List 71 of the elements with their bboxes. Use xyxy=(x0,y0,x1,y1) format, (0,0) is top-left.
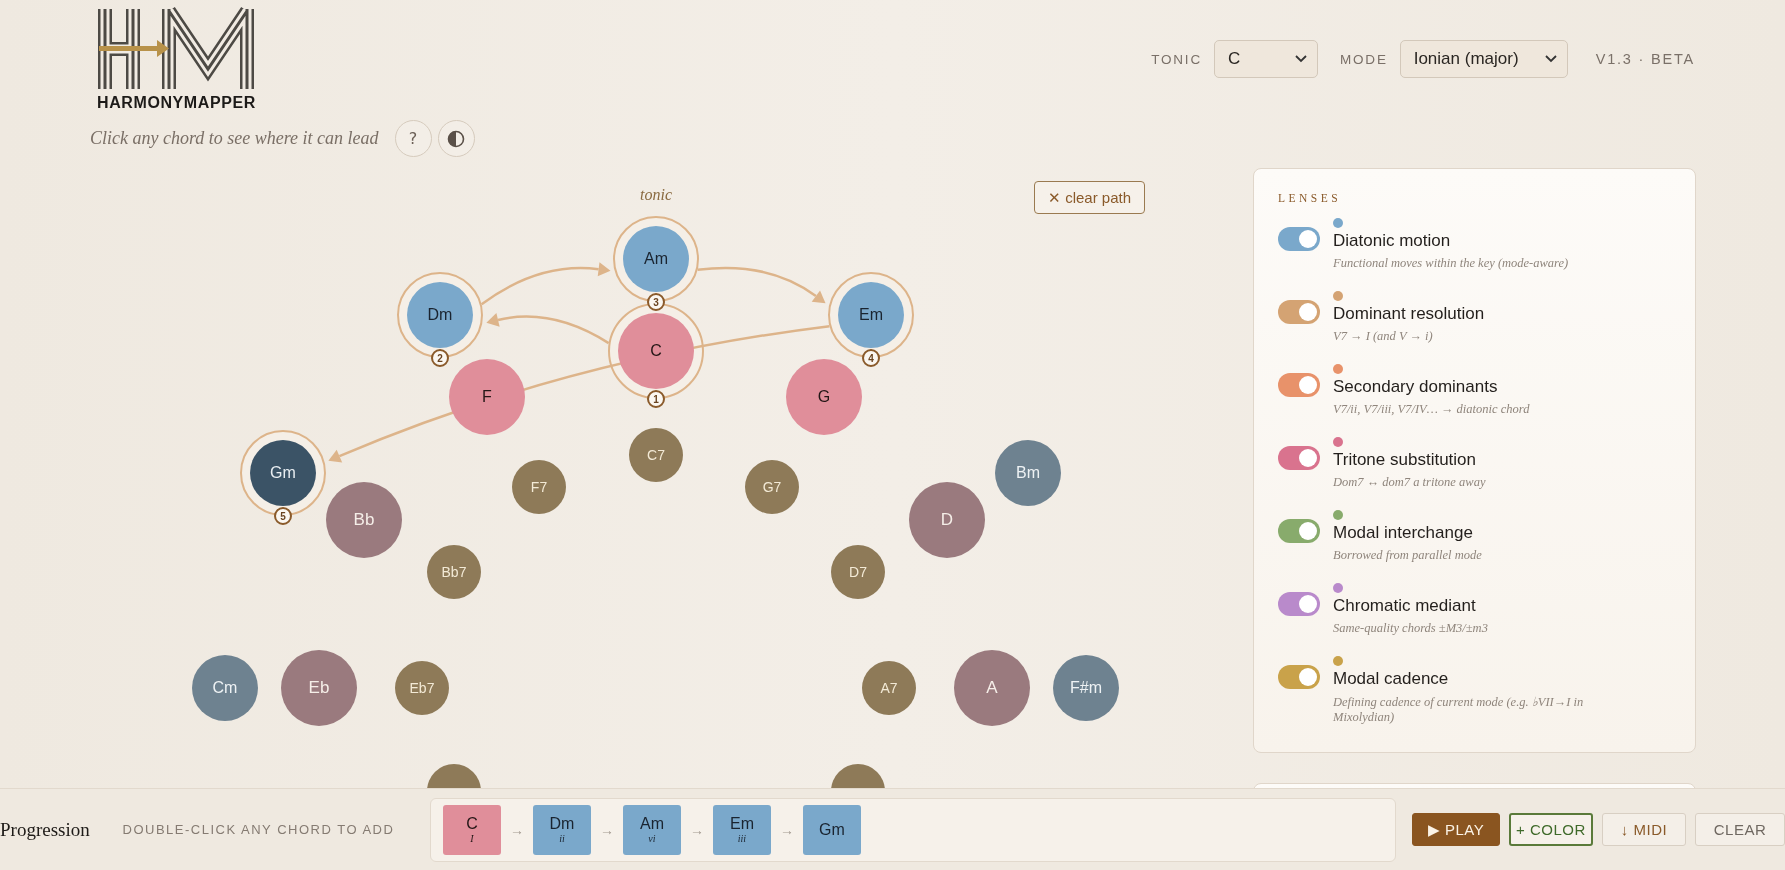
chord-node[interactable]: Eb xyxy=(281,650,357,726)
progression-hint: DOUBLE-CLICK ANY CHORD TO ADD xyxy=(122,822,396,837)
lens-description: Functional moves within the key (mode-aware) xyxy=(1333,256,1569,271)
lens-description: Defining cadence of current mode (e.g. ♭VII→I in Mixolydian) xyxy=(1333,694,1585,725)
chord-node[interactable]: Bb xyxy=(326,482,402,558)
lens-name: Modal cadence xyxy=(1333,669,1449,689)
chord-node[interactable]: G7 xyxy=(745,460,799,514)
progression-chord[interactable]: C I xyxy=(442,804,501,855)
progression-chord[interactable]: Dm ii xyxy=(532,804,591,855)
step-badge: 4 xyxy=(862,349,880,367)
progression-button[interactable]: CLEAR xyxy=(1695,813,1785,846)
step-badge: 1 xyxy=(647,390,665,408)
lens-description: Same-quality chords ±M3/±m3 xyxy=(1333,621,1488,636)
logo-text: HARMONYMAPPER xyxy=(97,94,256,112)
chord-node[interactable]: F#m xyxy=(1053,655,1119,721)
chord-node[interactable]: Eb7 xyxy=(395,661,449,715)
lens-toggle[interactable] xyxy=(1278,373,1320,397)
arrow-separator: → xyxy=(599,821,614,838)
tagline: Click any chord to see where it can lead xyxy=(90,128,379,149)
lens-name: Chromatic mediant xyxy=(1333,596,1476,616)
lens-toggle[interactable] xyxy=(1278,446,1320,470)
chord-node[interactable]: F xyxy=(449,359,525,435)
lens-name: Modal interchange xyxy=(1333,523,1473,543)
progression-button[interactable]: ↓ MIDI xyxy=(1602,813,1686,846)
progression-label: Progression xyxy=(0,818,91,841)
lens-description: Borrowed from parallel mode xyxy=(1333,548,1482,563)
chord-node[interactable]: A7 xyxy=(862,661,916,715)
mode-select[interactable]: Ionian (major) xyxy=(1399,40,1568,78)
version-label: V1.3 · BETA xyxy=(1595,51,1695,67)
chevron-down-icon xyxy=(1295,55,1307,63)
help-button[interactable]: ? xyxy=(394,120,432,157)
chord-node[interactable]: G xyxy=(786,359,862,435)
tonic-label: TONIC xyxy=(1151,51,1202,67)
step-badge: 2 xyxy=(431,349,449,367)
lens-toggle[interactable] xyxy=(1278,227,1320,251)
lens-description: Dom7 ↔ dom7 a tritone away xyxy=(1333,475,1486,490)
chord-node[interactable]: D xyxy=(909,482,985,558)
mode-label: MODE xyxy=(1340,51,1388,67)
panel-heading: LENSES xyxy=(1278,192,1343,204)
lens-description: V7 → I (and V → i) xyxy=(1333,329,1433,344)
step-badge: 5 xyxy=(274,507,292,525)
tonic-caption: tonic xyxy=(639,186,673,204)
lens-toggle[interactable] xyxy=(1278,665,1320,689)
arrow-separator: → xyxy=(689,821,704,838)
contrast-icon xyxy=(447,129,466,148)
progression-button[interactable]: + COLOR xyxy=(1509,813,1593,846)
lens-name: Dominant resolution xyxy=(1333,304,1485,324)
contrast-toggle-button[interactable] xyxy=(437,120,475,157)
chord-node[interactable]: D7 xyxy=(831,545,885,599)
arrow-separator: → xyxy=(779,821,794,838)
progression-chord[interactable]: Em iii xyxy=(712,804,771,855)
progression-chord[interactable]: Am vi xyxy=(622,804,681,855)
chevron-down-icon xyxy=(1544,55,1557,63)
chord-node[interactable]: Bb7 xyxy=(427,545,481,599)
lens-description: V7/ii, V7/iii, V7/IV… → diatonic chord xyxy=(1333,402,1530,417)
chord-node[interactable]: C7 xyxy=(629,428,683,482)
progression-chord[interactable]: Gm xyxy=(802,804,861,855)
chord-node[interactable]: Cm xyxy=(192,655,258,721)
chord-node[interactable]: F7 xyxy=(512,460,566,514)
clear-path-button[interactable]: ✕ clear path xyxy=(1034,181,1146,214)
chord-node[interactable]: A xyxy=(954,650,1030,726)
tonic-select[interactable]: C xyxy=(1214,40,1318,78)
lens-toggle[interactable] xyxy=(1278,300,1320,324)
lens-name: Diatonic motion xyxy=(1333,231,1451,251)
progression-button[interactable]: ▶ PLAY xyxy=(1412,813,1500,846)
lens-name: Tritone substitution xyxy=(1333,450,1476,470)
lens-name: Secondary dominants xyxy=(1333,377,1498,397)
lens-toggle[interactable] xyxy=(1278,519,1320,543)
arrow-separator: → xyxy=(509,821,524,838)
lens-toggle[interactable] xyxy=(1278,592,1320,616)
chord-node[interactable]: Bm xyxy=(995,440,1061,506)
